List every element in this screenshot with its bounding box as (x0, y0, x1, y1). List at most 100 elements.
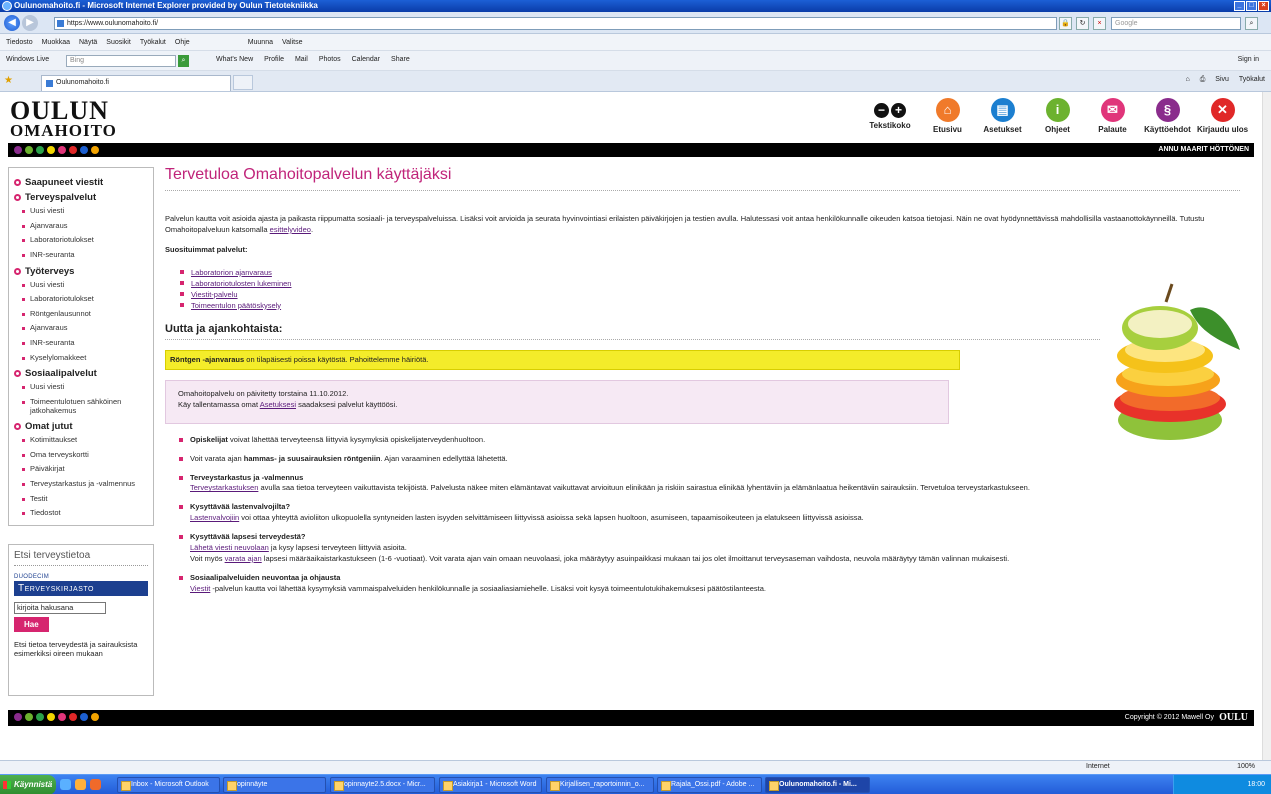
tab-oulunomahoito[interactable]: Oulunomahoito.fi (41, 75, 231, 91)
zoom-level[interactable]: 100% (1237, 763, 1255, 770)
url-field[interactable]: https://www.oulunomahoito.fi/ (54, 17, 1057, 30)
wl-link-mail[interactable]: Mail (295, 56, 308, 63)
sidebar-item-kyselylomakkeet[interactable]: Kyselylomakkeet (22, 353, 148, 363)
clinic-message-link[interactable]: Lähetä viesti neuvolaan (190, 543, 269, 552)
wl-link-calendar[interactable]: Calendar (352, 56, 380, 63)
sidebar-item-tt-ajanvaraus[interactable]: Ajanvaraus (22, 324, 148, 333)
sidebar-item-tt-inr-seuranta[interactable]: INR-seuranta (22, 338, 148, 348)
minimize-button[interactable]: _ (1234, 1, 1245, 11)
browser-search-input[interactable]: Google (1111, 17, 1241, 30)
main-content: Tervetuloa Omahoitopalvelun käyttäjäksi … (165, 166, 1245, 602)
settings-button[interactable]: ▤ Asetukset (975, 98, 1030, 134)
tools-menu[interactable]: Työkalut (1239, 76, 1265, 84)
wl-link-whats-new[interactable]: What's New (216, 56, 253, 63)
task-word[interactable]: Asiakirja1 - Microsoft Word (439, 777, 542, 793)
wl-link-photos[interactable]: Photos (319, 56, 341, 63)
refresh-button[interactable]: ↻ (1076, 17, 1089, 30)
bing-search-input[interactable]: Bing (66, 55, 176, 67)
new-tab-button[interactable] (233, 75, 253, 90)
sidebar-item-rontgenlausunnot[interactable]: Röntgenlausunnot (22, 309, 148, 319)
text-larger-icon[interactable]: + (891, 103, 906, 118)
wl-link-share[interactable]: Share (391, 56, 410, 63)
task-docx[interactable]: opinnayte2.5.docx - Micr... (330, 777, 435, 793)
sidebar-item-laboratoriotulokset[interactable]: Laboratoriotulokset (22, 236, 148, 245)
search-icon[interactable]: ⌕ (1245, 17, 1258, 30)
task-opinnayte[interactable]: opinnäyte (223, 777, 326, 793)
news-item: Kysyttävää lastenvalvojilta? Lastenvalvoj… (179, 502, 1249, 524)
feedback-button[interactable]: ✉ Palaute (1085, 98, 1140, 134)
sidebar-item-kotimittaukset[interactable]: Kotimittaukset (22, 435, 148, 445)
lock-icon[interactable]: 🔒 (1059, 17, 1072, 30)
menu-suosikit[interactable]: Suosikit (106, 39, 131, 46)
sidebar-item-tt-laboratoriotulokset[interactable]: Laboratoriotulokset (22, 294, 148, 304)
search-submit-button[interactable]: Hae (14, 617, 49, 632)
sidebar-section-terveyspalvelut[interactable]: Terveyspalvelut (14, 192, 148, 203)
vertical-scrollbar[interactable] (1262, 92, 1271, 760)
menu-tiedosto[interactable]: Tiedosto (6, 39, 33, 46)
bing-search-button[interactable]: ⌕ (178, 55, 189, 67)
task-adobe[interactable]: Rajala_Ossi.pdf - Adobe ... (657, 777, 762, 793)
sidebar-item-ajanvaraus[interactable]: Ajanvaraus (22, 221, 148, 231)
outlook-quick-icon[interactable] (75, 779, 86, 790)
sidebar-section-omat-jutut[interactable]: Omat jutut (14, 421, 148, 432)
sign-in-link[interactable]: Sign in (1238, 56, 1259, 63)
sidebar-item-jatkohakemus[interactable]: Toimeentulotuen sähköinen jatkohakemus (22, 397, 148, 415)
home-icon[interactable]: ⌂ (1185, 76, 1189, 84)
sidebar-item-uusi-viesti[interactable]: Uusi viesti (22, 206, 148, 216)
task-outlook[interactable]: Inbox - Microsoft Outlook (117, 777, 220, 793)
menu-nayta[interactable]: Näytä (79, 39, 97, 46)
book-appointment-link[interactable]: varata ajan (225, 554, 262, 563)
sidebar-item-oma-terveyskortti[interactable]: Oma terveyskortti (22, 450, 148, 460)
sidebar-item-testit[interactable]: Testit (22, 494, 148, 504)
sidebar-item-tiedostot[interactable]: Tiedostot (22, 509, 148, 518)
menu-muokkaa[interactable]: Muokkaa (42, 39, 70, 46)
fav-link-lab-booking[interactable]: Laboratorion ajanvaraus (191, 268, 272, 277)
home-button[interactable]: ⌂ Etusivu (920, 98, 975, 134)
sidebar-section-saapuneet[interactable]: Saapuneet viestit (14, 177, 148, 188)
sidebar-item-terveystarkastus[interactable]: Terveystarkastus ja -valmennus (22, 479, 148, 489)
maximize-button[interactable]: □ (1246, 1, 1257, 11)
close-window-button[interactable]: × (1258, 1, 1269, 11)
messages-link[interactable]: Viestit (190, 584, 210, 593)
forward-button[interactable]: ▶ (22, 15, 38, 31)
color-dots (14, 146, 99, 154)
terveyskirjasto-logo[interactable]: Terveyskirjasto (14, 581, 148, 596)
page-menu[interactable]: Sivu (1215, 76, 1229, 84)
back-button[interactable]: ◀ (4, 15, 20, 31)
settings-link[interactable]: Asetuksesi (260, 400, 296, 409)
windows-live-label[interactable]: Windows Live (6, 56, 49, 63)
print-icon[interactable]: ⎙ (1200, 76, 1206, 84)
sidebar-item-inr-seuranta[interactable]: INR-seuranta (22, 250, 148, 260)
task-ie-active[interactable]: Oulunomahoito.fi - Mi... (765, 777, 870, 793)
wl-link-profile[interactable]: Profile (264, 56, 284, 63)
oulun-omahoito-logo[interactable]: OULUN OMAHOITO (10, 98, 117, 140)
text-smaller-icon[interactable]: − (874, 103, 889, 118)
sidebar-item-tt-uusi-viesti[interactable]: Uusi viesti (22, 280, 148, 290)
health-search-input[interactable]: kirjoita hakusana (14, 602, 106, 614)
sidebar-section-tyoterveys[interactable]: Työterveys (14, 266, 148, 277)
health-check-link[interactable]: Terveystarkastuksen (190, 483, 258, 492)
firefox-quick-icon[interactable] (90, 779, 101, 790)
sidebar-section-sosiaalipalvelut[interactable]: Sosiaalipalvelut (14, 368, 148, 379)
intro-video-link[interactable]: esittelyvideo (270, 225, 311, 234)
fav-link-income-support[interactable]: Toimeentulon päätöskysely (191, 301, 281, 310)
fav-link-lab-results[interactable]: Laboratoriotulosten lukeminen (191, 279, 291, 288)
help-button[interactable]: i Ohjeet (1030, 98, 1085, 134)
valitse-button[interactable]: Valitse (282, 39, 303, 46)
logout-button[interactable]: ✕ Kirjaudu ulos (1195, 98, 1250, 134)
terms-button[interactable]: § Käyttöehdot (1140, 98, 1195, 134)
text-size-button[interactable]: − + Tekstikoko (860, 98, 920, 134)
child-supervisor-link[interactable]: Lastenvalvojiin (190, 513, 239, 522)
sidebar-item-paivakirjat[interactable]: Päiväkirjat (22, 465, 148, 474)
clock[interactable]: 18:00 (1247, 781, 1265, 788)
ie-quick-icon[interactable] (60, 779, 71, 790)
fav-link-messages[interactable]: Viestit-palvelu (191, 290, 238, 299)
menu-ohje[interactable]: Ohje (175, 39, 190, 46)
muunna-button[interactable]: Muunna (248, 39, 273, 46)
start-button[interactable]: Käynnistä (0, 775, 56, 794)
favorites-star-icon[interactable]: ★ (4, 75, 13, 86)
sidebar-item-sp-uusi-viesti[interactable]: Uusi viesti (22, 383, 148, 392)
task-pdf-raportointi[interactable]: Kirjallisen_raportoinnin_o... (546, 777, 654, 793)
menu-tyokalut[interactable]: Työkalut (140, 39, 166, 46)
stop-button[interactable]: × (1093, 17, 1106, 30)
